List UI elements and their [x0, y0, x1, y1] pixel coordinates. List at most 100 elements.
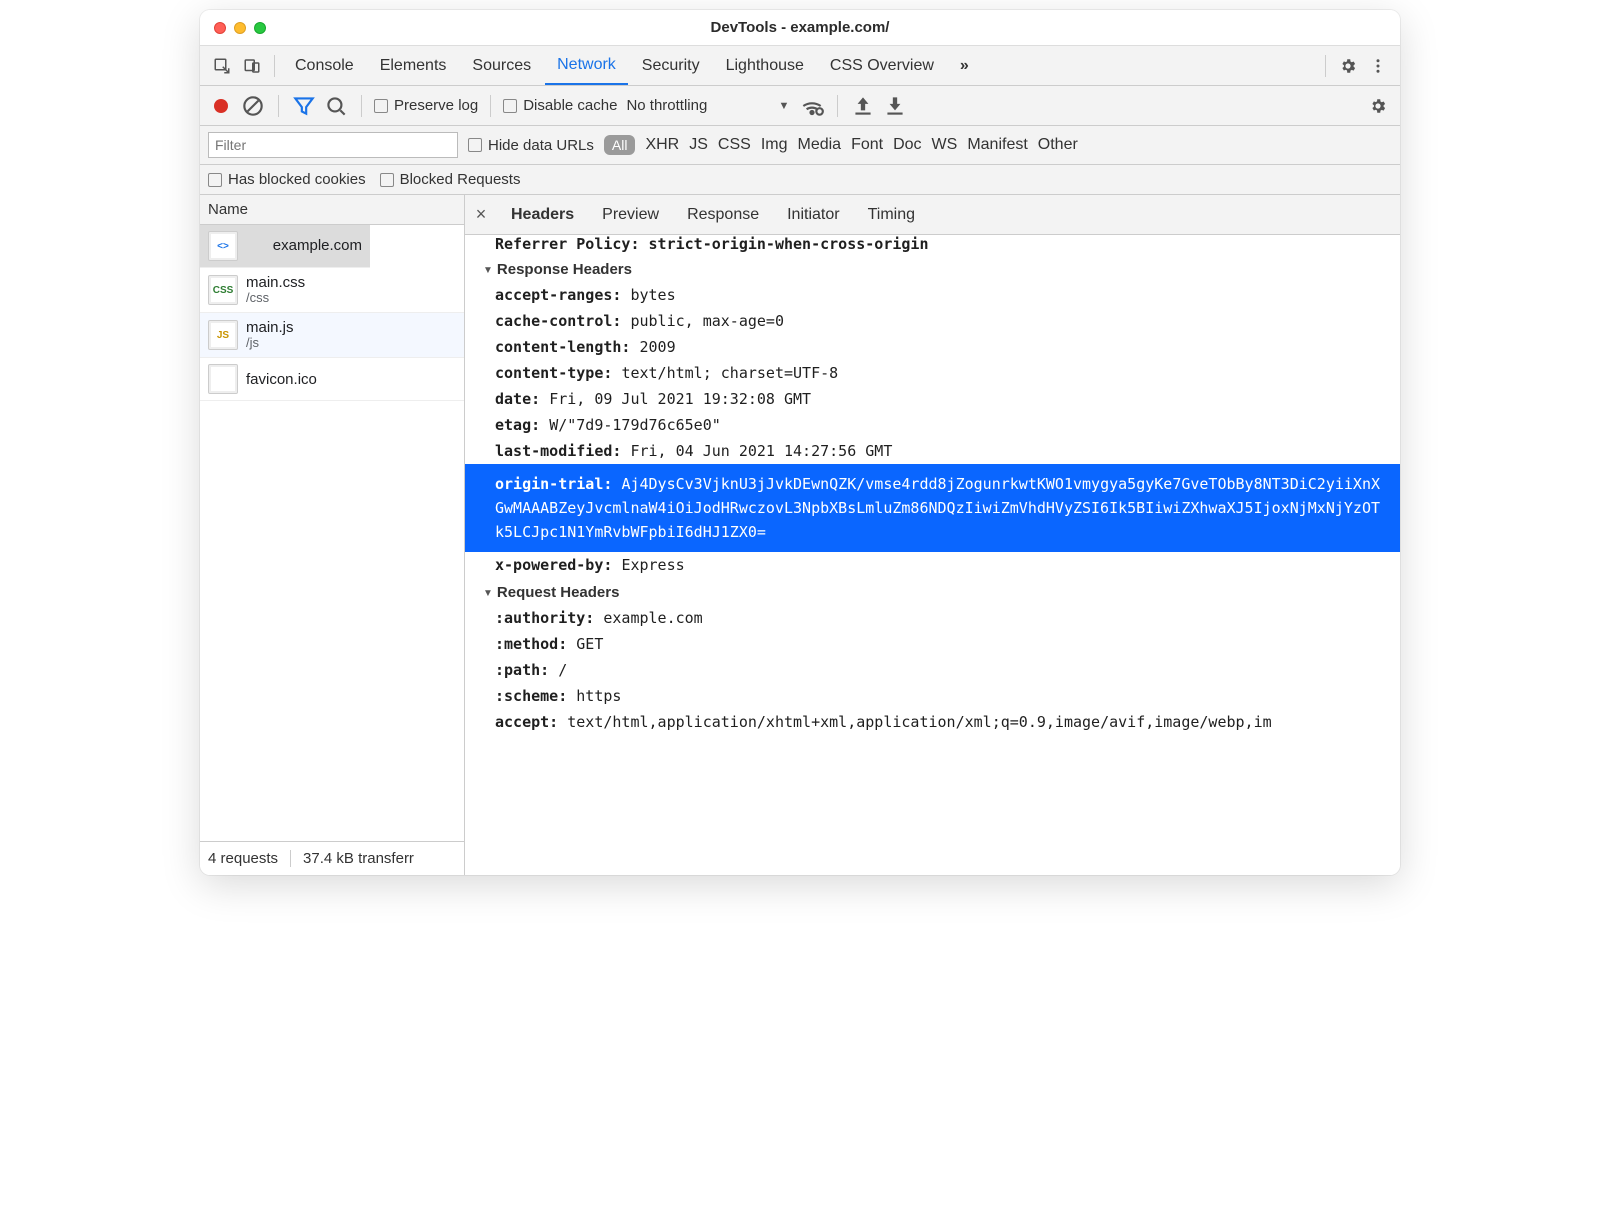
- header-line[interactable]: cache-control: public, max-age=0: [465, 308, 1400, 334]
- divider: [837, 95, 838, 117]
- filter-type-other[interactable]: Other: [1038, 136, 1078, 154]
- checkbox-icon: [208, 173, 222, 187]
- hide-data-urls-checkbox[interactable]: Hide data URLs: [468, 137, 594, 154]
- request-name: main.css: [246, 274, 305, 291]
- preserve-log-checkbox[interactable]: Preserve log: [374, 97, 478, 114]
- request-row[interactable]: JS main.js /js: [200, 313, 464, 358]
- minimize-window-icon[interactable]: [234, 22, 246, 34]
- detail-tab-headers[interactable]: Headers: [497, 195, 588, 234]
- traffic-lights: [200, 22, 266, 34]
- panel-tabs: Console Elements Sources Network Securit…: [200, 46, 1400, 86]
- request-path: /js: [246, 336, 294, 351]
- filter-type-media[interactable]: Media: [797, 136, 841, 154]
- settings-icon[interactable]: [1334, 52, 1362, 80]
- tab-lighthouse[interactable]: Lighthouse: [714, 46, 816, 85]
- split-pane: Name <> example.com CSS main.css /css: [200, 195, 1400, 875]
- blocked-requests-label: Blocked Requests: [400, 171, 521, 188]
- filter-icon[interactable]: [291, 93, 317, 119]
- device-toggle-icon[interactable]: [238, 52, 266, 80]
- tab-sources[interactable]: Sources: [460, 46, 543, 85]
- header-line[interactable]: x-powered-by: Express: [465, 552, 1400, 578]
- header-line[interactable]: etag: W/"7d9-179d76c65e0": [465, 412, 1400, 438]
- maximize-window-icon[interactable]: [254, 22, 266, 34]
- download-har-icon[interactable]: [882, 93, 908, 119]
- tabs-overflow[interactable]: »: [948, 46, 981, 85]
- css-icon: CSS: [208, 275, 238, 305]
- filter-input[interactable]: [208, 132, 458, 158]
- column-header-name[interactable]: Name: [200, 195, 464, 225]
- upload-har-icon[interactable]: [850, 93, 876, 119]
- network-settings-icon[interactable]: [1364, 92, 1392, 120]
- header-line[interactable]: last-modified: Fri, 04 Jun 2021 14:27:56…: [465, 438, 1400, 464]
- filter-type-js[interactable]: JS: [689, 136, 708, 154]
- network-conditions-icon[interactable]: [799, 93, 825, 119]
- request-name: main.js: [246, 319, 294, 336]
- request-row[interactable]: favicon.ico: [200, 358, 464, 401]
- close-window-icon[interactable]: [214, 22, 226, 34]
- detail-pane: × Headers Preview Response Initiator Tim…: [465, 195, 1400, 875]
- disable-cache-checkbox[interactable]: Disable cache: [503, 97, 617, 114]
- filter-type-css[interactable]: CSS: [718, 136, 751, 154]
- checkbox-icon: [380, 173, 394, 187]
- inspect-icon[interactable]: [208, 52, 236, 80]
- header-line[interactable]: content-type: text/html; charset=UTF-8: [465, 360, 1400, 386]
- document-icon: <>: [208, 231, 238, 261]
- clear-icon[interactable]: [240, 93, 266, 119]
- response-headers-section[interactable]: Response Headers: [465, 255, 1400, 282]
- header-line[interactable]: origin-trial: Aj4DysCv3VjknU3jJvkDEwnQZK…: [465, 464, 1400, 552]
- filter-type-img[interactable]: Img: [761, 136, 788, 154]
- filter-all-pill[interactable]: All: [604, 135, 636, 155]
- kebab-menu-icon[interactable]: [1364, 52, 1392, 80]
- blocked-requests-checkbox[interactable]: Blocked Requests: [380, 171, 521, 188]
- tab-security[interactable]: Security: [630, 46, 712, 85]
- record-button[interactable]: [208, 93, 234, 119]
- header-line[interactable]: :scheme: https: [465, 683, 1400, 709]
- detail-tab-response[interactable]: Response: [673, 195, 773, 234]
- filter-type-manifest[interactable]: Manifest: [967, 136, 1027, 154]
- disable-cache-label: Disable cache: [523, 97, 617, 114]
- close-detail-icon[interactable]: ×: [465, 204, 497, 225]
- detail-tab-initiator[interactable]: Initiator: [773, 195, 853, 234]
- header-line: Referrer Policy: strict-origin-when-cros…: [465, 235, 1400, 255]
- header-line[interactable]: content-length: 2009: [465, 334, 1400, 360]
- request-row[interactable]: <> example.com: [200, 225, 370, 268]
- header-line[interactable]: accept: text/html,application/xhtml+xml,…: [465, 709, 1400, 735]
- search-icon[interactable]: [323, 93, 349, 119]
- request-list-pane: Name <> example.com CSS main.css /css: [200, 195, 465, 875]
- chevron-down-icon: ▼: [779, 100, 790, 112]
- checkbox-icon: [374, 99, 388, 113]
- request-headers-section[interactable]: Request Headers: [465, 578, 1400, 605]
- filter-type-font[interactable]: Font: [851, 136, 883, 154]
- throttling-value: No throttling: [626, 97, 707, 114]
- tab-network[interactable]: Network: [545, 46, 628, 85]
- filter-type-xhr[interactable]: XHR: [645, 136, 679, 154]
- detail-tabs: × Headers Preview Response Initiator Tim…: [465, 195, 1400, 235]
- divider: [278, 95, 279, 117]
- has-blocked-cookies-label: Has blocked cookies: [228, 171, 366, 188]
- divider: [361, 95, 362, 117]
- header-line[interactable]: accept-ranges: bytes: [465, 282, 1400, 308]
- divider: [274, 55, 275, 77]
- divider: [490, 95, 491, 117]
- filter-row: Hide data URLs All XHR JS CSS Img Media …: [200, 126, 1400, 165]
- detail-tab-preview[interactable]: Preview: [588, 195, 673, 234]
- tab-console[interactable]: Console: [283, 46, 366, 85]
- status-transfer: 37.4 kB transferr: [290, 850, 414, 867]
- header-line[interactable]: :method: GET: [465, 631, 1400, 657]
- header-line[interactable]: :authority: example.com: [465, 605, 1400, 631]
- request-name: favicon.ico: [246, 371, 317, 388]
- titlebar: DevTools - example.com/: [200, 10, 1400, 46]
- tab-elements[interactable]: Elements: [368, 46, 459, 85]
- status-requests: 4 requests: [208, 850, 278, 867]
- request-row[interactable]: CSS main.css /css: [200, 268, 464, 313]
- headers-detail[interactable]: Referrer Policy: strict-origin-when-cros…: [465, 235, 1400, 875]
- header-line[interactable]: :path: /: [465, 657, 1400, 683]
- filter-type-ws[interactable]: WS: [932, 136, 958, 154]
- tab-css-overview[interactable]: CSS Overview: [818, 46, 946, 85]
- js-icon: JS: [208, 320, 238, 350]
- header-line[interactable]: date: Fri, 09 Jul 2021 19:32:08 GMT: [465, 386, 1400, 412]
- has-blocked-cookies-checkbox[interactable]: Has blocked cookies: [208, 171, 366, 188]
- filter-type-doc[interactable]: Doc: [893, 136, 921, 154]
- throttling-select[interactable]: No throttling ▼: [623, 97, 793, 114]
- detail-tab-timing[interactable]: Timing: [854, 195, 929, 234]
